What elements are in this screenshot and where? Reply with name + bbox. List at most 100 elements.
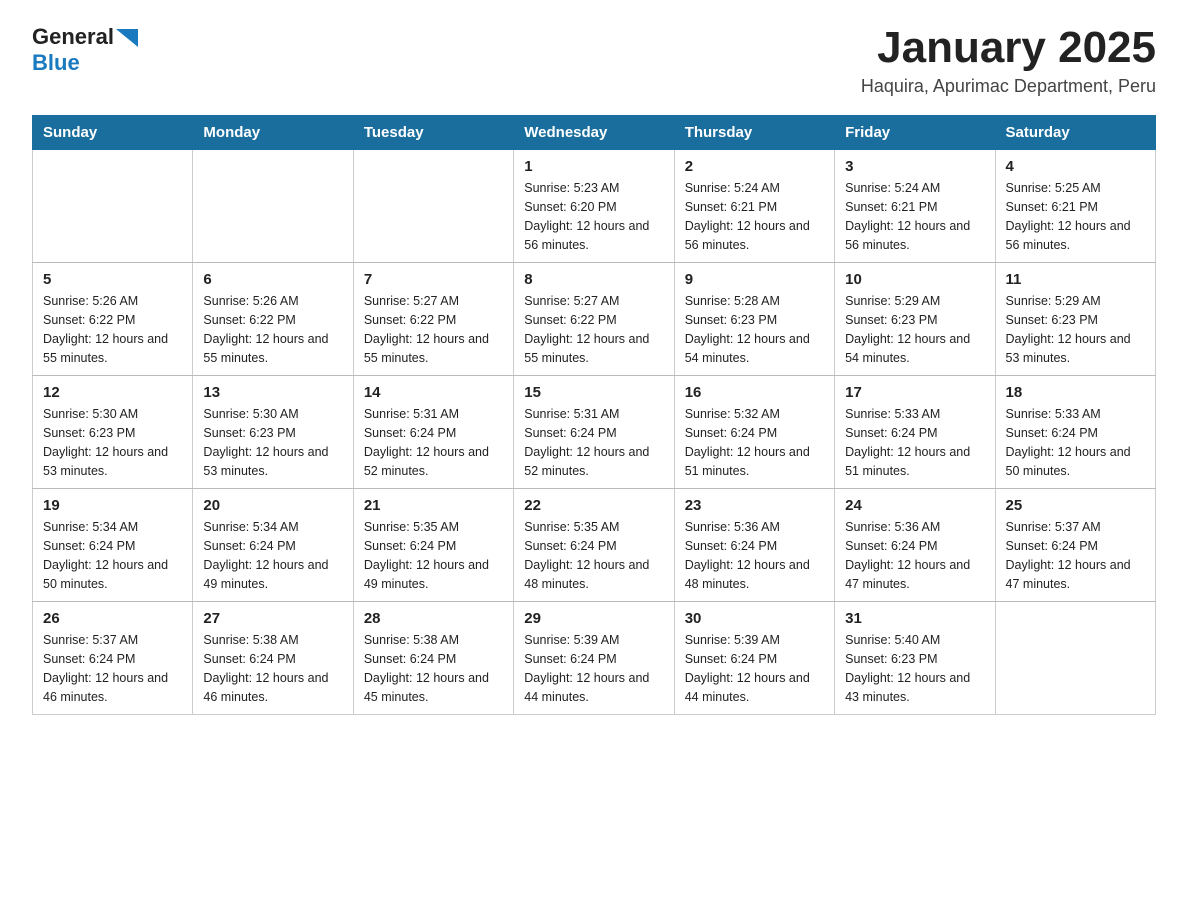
calendar-cell: 8 Sunrise: 5:27 AM Sunset: 6:22 PM Daylig… [514,263,674,376]
day-number: 8 [524,271,663,288]
calendar-cell: 5 Sunrise: 5:26 AM Sunset: 6:22 PM Daylig… [33,263,193,376]
calendar-cell: 2 Sunrise: 5:24 AM Sunset: 6:21 PM Daylig… [674,150,834,263]
day-number: 4 [1006,158,1145,175]
day-detail: Sunrise: 5:36 AM Sunset: 6:24 PM Dayligh… [845,518,984,593]
calendar-header-friday: Friday [835,116,995,150]
day-detail: Sunrise: 5:23 AM Sunset: 6:20 PM Dayligh… [524,179,663,254]
calendar-header-tuesday: Tuesday [353,116,513,150]
calendar-cell: 11 Sunrise: 5:29 AM Sunset: 6:23 PM Dayli… [995,263,1155,376]
day-detail: Sunrise: 5:35 AM Sunset: 6:24 PM Dayligh… [364,518,503,593]
day-number: 31 [845,610,984,627]
calendar-cell: 9 Sunrise: 5:28 AM Sunset: 6:23 PM Daylig… [674,263,834,376]
day-number: 21 [364,497,503,514]
day-detail: Sunrise: 5:31 AM Sunset: 6:24 PM Dayligh… [364,405,503,480]
calendar-cell: 17 Sunrise: 5:33 AM Sunset: 6:24 PM Dayli… [835,376,995,489]
logo-triangle-icon [116,29,138,47]
calendar-week-row: 19 Sunrise: 5:34 AM Sunset: 6:24 PM Dayli… [33,489,1156,602]
day-number: 5 [43,271,182,288]
day-number: 16 [685,384,824,401]
calendar-cell: 3 Sunrise: 5:24 AM Sunset: 6:21 PM Daylig… [835,150,995,263]
calendar-week-row: 1 Sunrise: 5:23 AM Sunset: 6:20 PM Daylig… [33,150,1156,263]
logo-general-text: General [32,24,114,50]
day-detail: Sunrise: 5:37 AM Sunset: 6:24 PM Dayligh… [43,631,182,706]
day-number: 15 [524,384,663,401]
calendar-cell: 24 Sunrise: 5:36 AM Sunset: 6:24 PM Dayli… [835,489,995,602]
day-number: 14 [364,384,503,401]
day-number: 10 [845,271,984,288]
day-detail: Sunrise: 5:27 AM Sunset: 6:22 PM Dayligh… [364,292,503,367]
calendar-cell: 6Sunrise: 5:26 AM Sunset: 6:22 PM Daylig… [193,263,353,376]
day-detail: Sunrise: 5:38 AM Sunset: 6:24 PM Dayligh… [203,631,342,706]
day-number: 24 [845,497,984,514]
day-detail: Sunrise: 5:32 AM Sunset: 6:24 PM Dayligh… [685,405,824,480]
day-number: 22 [524,497,663,514]
calendar-header-row: SundayMondayTuesdayWednesdayThursdayFrid… [33,116,1156,150]
calendar-cell: 22 Sunrise: 5:35 AM Sunset: 6:24 PM Dayli… [514,489,674,602]
day-detail: Sunrise: 5:28 AM Sunset: 6:23 PM Dayligh… [685,292,824,367]
day-number: 11 [1006,271,1145,288]
day-number: 27 [203,610,342,627]
calendar-cell: 27 Sunrise: 5:38 AM Sunset: 6:24 PM Dayli… [193,602,353,715]
calendar-cell [193,150,353,263]
calendar-header-monday: Monday [193,116,353,150]
calendar-cell: 29 Sunrise: 5:39 AM Sunset: 6:24 PM Dayli… [514,602,674,715]
day-detail: Sunrise: 5:36 AM Sunset: 6:24 PM Dayligh… [685,518,824,593]
day-detail: Sunrise: 5:35 AM Sunset: 6:24 PM Dayligh… [524,518,663,593]
calendar-week-row: 12 Sunrise: 5:30 AM Sunset: 6:23 PM Dayli… [33,376,1156,489]
calendar-header-wednesday: Wednesday [514,116,674,150]
calendar-cell: 16 Sunrise: 5:32 AM Sunset: 6:24 PM Dayli… [674,376,834,489]
day-detail: Sunrise: 5:24 AM Sunset: 6:21 PM Dayligh… [685,179,824,254]
day-detail: Sunrise: 5:33 AM Sunset: 6:24 PM Dayligh… [1006,405,1145,480]
calendar-cell: 4 Sunrise: 5:25 AM Sunset: 6:21 PM Daylig… [995,150,1155,263]
day-number: 23 [685,497,824,514]
logo: General Blue [32,24,138,76]
calendar-cell [353,150,513,263]
subtitle: Haquira, Apurimac Department, Peru [861,76,1156,97]
day-number: 17 [845,384,984,401]
day-detail: Sunrise: 5:37 AM Sunset: 6:24 PM Dayligh… [1006,518,1145,593]
day-detail: Sunrise: 5:30 AM Sunset: 6:23 PM Dayligh… [203,405,342,480]
calendar-cell: 1 Sunrise: 5:23 AM Sunset: 6:20 PM Daylig… [514,150,674,263]
day-number: 6 [203,271,342,288]
day-detail: Sunrise: 5:27 AM Sunset: 6:22 PM Dayligh… [524,292,663,367]
day-detail: Sunrise: 5:39 AM Sunset: 6:24 PM Dayligh… [685,631,824,706]
calendar-cell: 10 Sunrise: 5:29 AM Sunset: 6:23 PM Dayli… [835,263,995,376]
day-detail: Sunrise: 5:39 AM Sunset: 6:24 PM Dayligh… [524,631,663,706]
calendar-cell: 31 Sunrise: 5:40 AM Sunset: 6:23 PM Dayli… [835,602,995,715]
calendar-cell [995,602,1155,715]
day-detail: Sunrise: 5:30 AM Sunset: 6:23 PM Dayligh… [43,405,182,480]
day-number: 7 [364,271,503,288]
calendar-cell: 25 Sunrise: 5:37 AM Sunset: 6:24 PM Dayli… [995,489,1155,602]
day-detail: Sunrise: 5:25 AM Sunset: 6:21 PM Dayligh… [1006,179,1145,254]
calendar-cell: 18Sunrise: 5:33 AM Sunset: 6:24 PM Dayli… [995,376,1155,489]
calendar-cell: 7 Sunrise: 5:27 AM Sunset: 6:22 PM Daylig… [353,263,513,376]
day-number: 29 [524,610,663,627]
calendar-cell: 28Sunrise: 5:38 AM Sunset: 6:24 PM Dayli… [353,602,513,715]
calendar-cell: 26Sunrise: 5:37 AM Sunset: 6:24 PM Dayli… [33,602,193,715]
day-number: 20 [203,497,342,514]
day-number: 30 [685,610,824,627]
day-detail: Sunrise: 5:40 AM Sunset: 6:23 PM Dayligh… [845,631,984,706]
calendar-week-row: 5 Sunrise: 5:26 AM Sunset: 6:22 PM Daylig… [33,263,1156,376]
day-detail: Sunrise: 5:33 AM Sunset: 6:24 PM Dayligh… [845,405,984,480]
calendar-cell: 19 Sunrise: 5:34 AM Sunset: 6:24 PM Dayli… [33,489,193,602]
title-block: January 2025 Haquira, Apurimac Departmen… [861,24,1156,97]
day-detail: Sunrise: 5:29 AM Sunset: 6:23 PM Dayligh… [845,292,984,367]
calendar-header-sunday: Sunday [33,116,193,150]
day-number: 2 [685,158,824,175]
day-number: 9 [685,271,824,288]
calendar-cell: 14 Sunrise: 5:31 AM Sunset: 6:24 PM Dayli… [353,376,513,489]
day-detail: Sunrise: 5:29 AM Sunset: 6:23 PM Dayligh… [1006,292,1145,367]
day-detail: Sunrise: 5:34 AM Sunset: 6:24 PM Dayligh… [43,518,182,593]
calendar-week-row: 26Sunrise: 5:37 AM Sunset: 6:24 PM Dayli… [33,602,1156,715]
day-number: 19 [43,497,182,514]
day-number: 25 [1006,497,1145,514]
logo-blue-text: Blue [32,50,80,75]
day-number: 12 [43,384,182,401]
day-number: 1 [524,158,663,175]
day-detail: Sunrise: 5:24 AM Sunset: 6:21 PM Dayligh… [845,179,984,254]
day-detail: Sunrise: 5:26 AM Sunset: 6:22 PM Dayligh… [43,292,182,367]
calendar-cell: 21 Sunrise: 5:35 AM Sunset: 6:24 PM Dayli… [353,489,513,602]
page-header: General Blue January 2025 Haquira, Apuri… [32,24,1156,97]
day-number: 3 [845,158,984,175]
